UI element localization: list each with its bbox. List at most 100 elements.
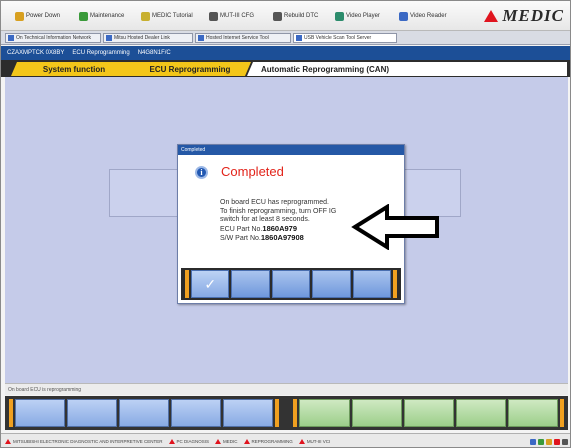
window-tab-label: Hosted Internet Service Tool [206,35,269,41]
launcher-label: Rebuild DTC [284,13,319,19]
left-arrow-icon [351,204,439,250]
dialog-titlebar: Completed [178,145,404,155]
breadcrumb-item: CZAXMPTCK 0X8BY [7,50,65,56]
launcher-label: Power Down [26,13,61,19]
launcher-medic-tutorial[interactable]: MEDIC Tutorial [141,10,193,22]
launcher-label: Video Reader [410,13,447,19]
sw-part-label: S/W Part No. [220,235,261,242]
function-button[interactable] [455,399,506,427]
taskbar-item[interactable]: MEDIC [215,439,238,444]
taskbar-item[interactable]: MITSUBISHI ELECTRONIC DIAGNOSTIC AND INT… [5,439,163,444]
button-bar-edge [559,399,564,427]
window-tab-label: On Technical Information Network [16,35,91,41]
taskbar-item[interactable]: REPROGRAMMING [243,439,293,444]
ecu-part-label: ECU Part No. [220,225,263,233]
taskbar-label: MEDIC [223,439,238,444]
mitsubishi-logo-icon [5,439,11,444]
cfg-icon [209,11,218,21]
taskbar: MITSUBISHI ELECTRONIC DIAGNOSTIC AND INT… [1,433,570,447]
window-tab-bar: On Technical Information Network Mitsu H… [1,31,570,45]
button-bar-edge [275,399,280,427]
tab-system-function[interactable]: System function [11,62,137,76]
mitsubishi-logo-icon [243,439,250,444]
window-tab[interactable]: Mitsu Hosted Dealer Link [103,33,193,43]
taskbar-label: PC DIAGNOSIS [176,439,210,444]
breadcrumb-item: N4G8N1F/C [137,50,171,56]
button-row-edge [185,270,189,298]
function-button[interactable] [299,399,350,427]
window-icon [8,35,14,41]
dialog-button-row: ✓ [181,268,401,300]
system-tray [530,438,570,445]
taskbar-label: MITSUBISHI ELECTRONIC DIAGNOSTIC AND INT… [13,439,163,444]
tray-icon[interactable] [538,438,544,445]
reader-icon [399,11,408,21]
tutorial-icon [141,11,150,21]
window-tab[interactable]: On Technical Information Network [5,33,101,43]
breadcrumb: CZAXMPTCK 0X8BY ECU Reprogramming N4G8N1… [1,46,570,60]
window-tab-label: Mitsu Hosted Dealer Link [114,35,170,41]
wrench-icon [79,11,88,21]
button-row-edge [393,270,398,298]
launcher-mut-cfg[interactable]: MUT-III CFG [209,10,254,22]
function-button[interactable] [351,399,402,427]
dtc-icon [273,11,282,21]
dialog-function-button[interactable] [352,270,392,298]
tray-icon[interactable] [554,438,560,445]
dialog-function-button[interactable] [271,270,311,298]
launcher-rebuild-dtc[interactable]: Rebuild DTC [273,10,318,22]
window-icon [106,35,112,41]
window-tab[interactable]: USB Vehicle Scan Tool Server [293,33,397,43]
function-button[interactable] [119,399,170,427]
button-bar-gap [281,399,291,427]
launcher-label: Video Player [346,13,380,19]
button-bar-edge [293,399,298,427]
ecu-part-value: 1860A979 [262,223,298,233]
launcher-label: MEDIC Tutorial [152,13,193,19]
function-button[interactable] [171,399,222,427]
application-window: Power Down Maintenance MEDIC Tutorial MU… [0,0,571,448]
mitsubishi-logo-icon [215,439,222,444]
function-button[interactable] [15,399,66,427]
dialog-function-button[interactable] [312,270,351,298]
launcher-video-player[interactable]: Video Player [335,10,380,22]
mitsubishi-logo-icon [298,439,305,444]
status-line: On board ECU is reprogramming [5,383,568,395]
checkmark-icon: ✓ [204,275,217,292]
dialog-heading: Completed [221,164,284,179]
ok-button[interactable]: ✓ [191,270,230,298]
function-button[interactable] [507,399,558,427]
window-icon [296,35,302,41]
taskbar-item[interactable]: PC DIAGNOSIS [168,439,210,444]
function-button[interactable] [403,399,454,427]
launcher-label: MUT-III CFG [220,13,254,19]
window-tab[interactable]: Hosted Internet Service Tool [195,33,291,43]
launcher-power-down[interactable]: Power Down [15,10,60,22]
info-icon: i [195,166,208,179]
function-button[interactable] [223,399,274,427]
medic-logo: MEDIC [484,4,564,28]
launcher-maintenance[interactable]: Maintenance [79,10,124,22]
launcher-label: Maintenance [90,13,125,19]
launcher-video-reader[interactable]: Video Reader [399,10,447,22]
function-button[interactable] [67,399,118,427]
breadcrumb-item: ECU Reprogramming [72,50,130,56]
power-icon [15,11,24,21]
brand-name: MEDIC [502,6,564,25]
tray-icon[interactable] [546,438,552,445]
taskbar-label: REPROGRAMMING [251,439,293,444]
tab-automatic-reprogramming[interactable]: Automatic Reprogramming (CAN) [247,62,567,76]
sw-part-value: 1860A97908 [260,233,304,242]
taskbar-item[interactable]: MUT-III VCI [298,439,330,444]
tab-ecu-reprogramming[interactable]: ECU Reprogramming [129,62,251,76]
window-icon [198,35,204,41]
dialog-function-button[interactable] [231,270,270,298]
tray-icon[interactable] [562,438,568,445]
function-tab-bar: System function ECU Reprogramming Automa… [1,60,570,77]
mitsubishi-logo-icon [168,439,175,444]
function-button-bar [5,396,568,430]
mitsubishi-logo-icon [484,10,499,22]
tray-icon[interactable] [530,438,536,445]
button-bar-edge [9,399,13,427]
video-icon [335,11,344,21]
